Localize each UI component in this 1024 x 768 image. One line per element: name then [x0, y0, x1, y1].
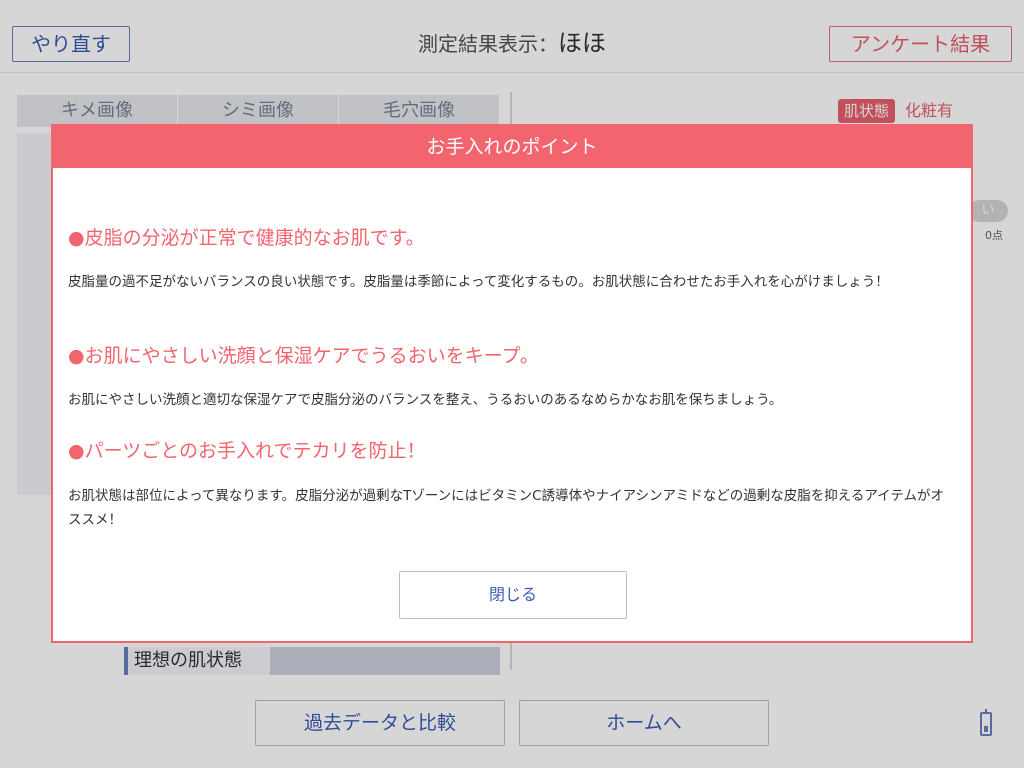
point-title: ●皮脂の分泌が正常で健康的なお肌です。: [68, 227, 425, 249]
close-button[interactable]: 閉じる: [399, 571, 627, 619]
point-description: お肌にやさしい洗顔と適切な保湿ケアで皮脂分泌のバランスを整え、うるおいのあるなめ…: [68, 392, 783, 408]
point-description: 皮脂量の過不足がないバランスの良い状態です。皮脂量は季節によって変化するもの。お…: [68, 274, 889, 290]
point-description: お肌状態は部位によって異なります。皮脂分泌が過剰なTゾーンにはビタミンC誘導体や…: [68, 488, 945, 528]
care-points-dialog: お手入れのポイント ●皮脂の分泌が正常で健康的なお肌です。 皮脂量の過不足がない…: [51, 124, 973, 643]
dialog-title: お手入れのポイント: [53, 126, 971, 168]
app-screen: やり直す 測定結果表示：ほほ アンケート結果 キメ画像 シミ画像 毛穴画像 肌状…: [0, 0, 1024, 768]
point-title: ●パーツごとのお手入れでテカリを防止！: [68, 440, 426, 462]
point-title: ●お肌にやさしい洗顔と保湿ケアでうるおいをキープ。: [68, 345, 539, 367]
